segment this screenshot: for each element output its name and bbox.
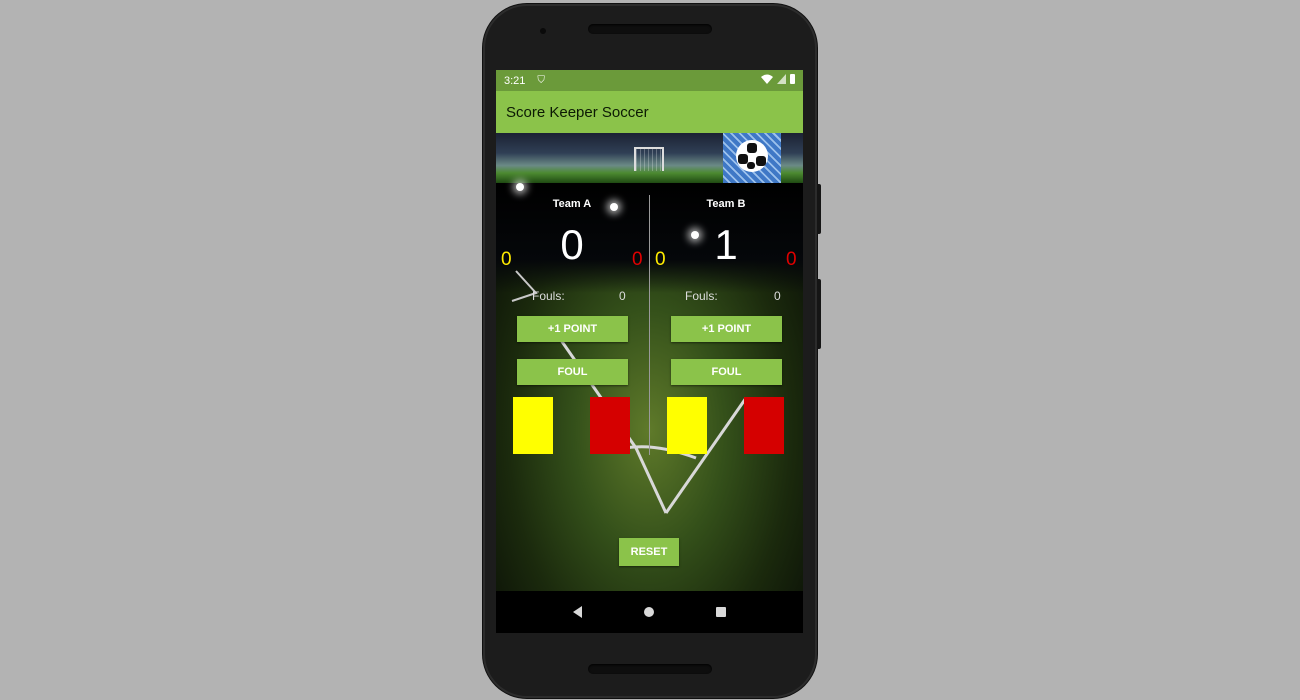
team-b-yellow-count: 0 [655,249,666,270]
volume-button [817,279,821,349]
team-b-foul-button[interactable]: FOUL [671,359,782,385]
app-bar: Score Keeper Soccer [496,91,803,133]
earpiece-speaker [588,24,712,34]
wifi-icon [761,74,773,84]
goal-image [634,147,664,171]
team-a-red-card-button[interactable] [590,397,630,454]
phone-frame: 3:21 ⛉ Score Keeper Soccer Team A 0 0 0 … [483,4,821,698]
bottom-speaker [588,664,712,674]
team-b-yellow-card-button[interactable] [667,397,707,454]
team-b-red-card-button[interactable] [744,397,784,454]
recents-icon[interactable] [716,607,726,617]
team-b-fouls-value: 0 [774,289,781,303]
team-b-fouls-label: Fouls: [685,289,718,303]
soccer-ball-image [723,133,781,183]
front-camera [540,28,546,34]
battery-icon [790,74,795,84]
shield-icon: ⛉ [537,75,545,86]
navigation-bar [496,591,803,633]
field-background: Team A 0 0 0 Fouls: 0 +1 POINT FOUL Team… [496,183,803,633]
team-a-yellow-card-button[interactable] [513,397,553,454]
back-icon[interactable] [573,606,582,618]
team-b-score: 1 [714,221,738,268]
team-a-red-count: 0 [632,249,643,270]
reset-button[interactable]: RESET [619,538,679,566]
screen: 3:21 ⛉ Score Keeper Soccer Team A 0 0 0 … [496,70,803,633]
team-a-yellow-count: 0 [501,249,512,270]
status-time: 3:21 [504,74,526,87]
team-a-score: 0 [560,221,584,268]
team-a-foul-button[interactable]: FOUL [517,359,628,385]
team-a-name: Team A [552,198,592,210]
home-icon[interactable] [644,607,654,617]
team-a-fouls-label: Fouls: [532,289,565,303]
header-banner-image [496,133,803,183]
team-b-add-point-button[interactable]: +1 POINT [671,316,782,342]
power-button [817,184,821,234]
team-b-red-count: 0 [786,249,797,270]
team-b-name: Team B [706,198,746,210]
team-divider [649,195,650,455]
signal-icon [777,74,786,84]
status-bar: 3:21 ⛉ [496,70,803,91]
team-a-add-point-button[interactable]: +1 POINT [517,316,628,342]
team-a-fouls-value: 0 [619,289,626,303]
app-title: Score Keeper Soccer [506,103,649,121]
